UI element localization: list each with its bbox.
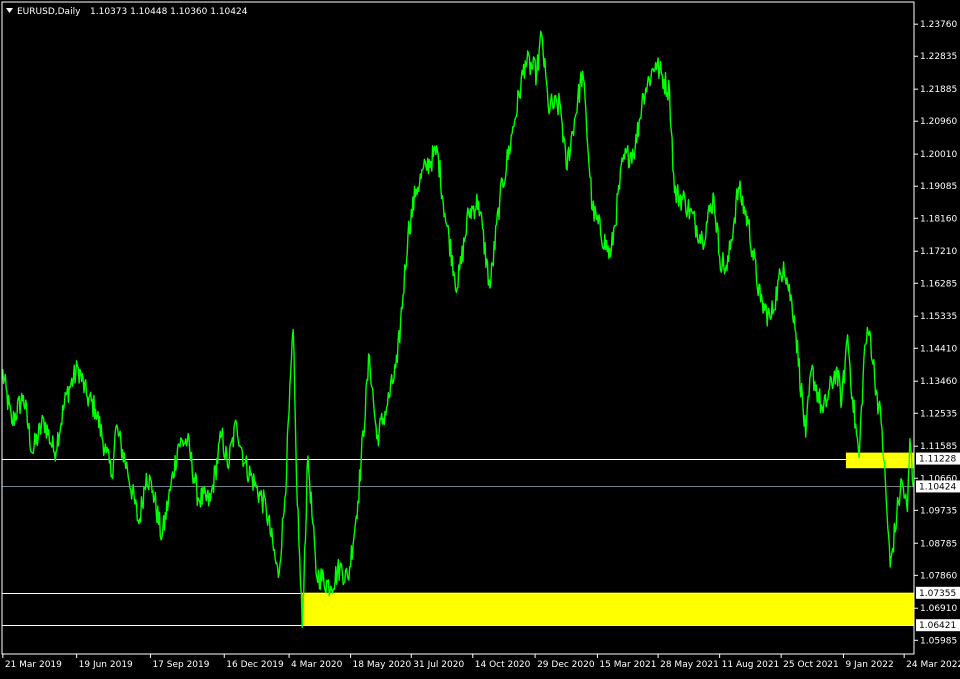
x-tick-label: 14 Oct 2020 (475, 660, 531, 670)
price-tag-label: 1.06421 (919, 621, 956, 631)
x-tick-label: 29 Dec 2020 (537, 660, 595, 670)
y-tick-label: 1.20010 (920, 150, 957, 160)
x-tick-label: 16 Dec 2019 (226, 660, 284, 670)
x-tick-label: 4 Mar 2020 (291, 660, 343, 670)
price-tag-label: 1.07355 (919, 589, 956, 599)
ohlc-values: 1.10373 1.10448 1.10360 1.10424 (90, 7, 248, 17)
y-tick-label: 1.23760 (920, 20, 957, 30)
y-tick-label: 1.05985 (920, 636, 957, 646)
y-tick-label: 1.20960 (920, 117, 957, 127)
chart-header: EURUSD,Daily 1.10373 1.10448 1.10360 1.1… (6, 7, 248, 17)
y-tick-label: 1.12535 (920, 409, 957, 419)
zone-rect-0 (846, 453, 914, 469)
y-tick-label: 1.21885 (920, 85, 957, 95)
y-tick-label: 1.15335 (920, 312, 957, 322)
x-tick-label: 21 Mar 2019 (5, 660, 62, 670)
chart-background (0, 0, 960, 675)
y-tick-label: 1.17210 (920, 247, 957, 257)
y-tick-label: 1.14410 (920, 344, 957, 354)
x-tick-label: 31 Jul 2020 (413, 660, 464, 670)
x-tick-label: 25 Oct 2021 (783, 660, 839, 670)
y-tick-label: 1.13460 (920, 377, 957, 387)
chart-canvas: 1.23760 1.22835 1.21885 1.20960 1.20010 1.190… (0, 0, 960, 675)
y-tick-label: 1.22835 (920, 52, 957, 62)
x-tick-label: 18 May 2020 (353, 660, 412, 670)
x-tick-label: 17 Sep 2019 (152, 660, 209, 670)
x-tick-label: 28 May 2021 (660, 660, 719, 670)
price-tag-label: 1.11228 (919, 455, 956, 465)
y-tick-label: 1.08785 (920, 539, 957, 549)
y-tick-label: 1.07860 (920, 571, 957, 581)
x-tick-label: 19 Jun 2019 (79, 660, 133, 670)
x-tick-label: 15 Mar 2021 (599, 660, 656, 670)
y-tick-label: 1.18160 (920, 214, 957, 224)
symbol-label[interactable]: EURUSD,Daily (17, 7, 81, 17)
x-tick-label: 9 Jan 2022 (845, 660, 893, 670)
x-tick-label: 11 Aug 2021 (722, 660, 780, 670)
y-tick-label: 1.06910 (920, 604, 957, 614)
x-tick-label: 24 Mar 2022 (906, 660, 960, 670)
y-tick-label: 1.09735 (920, 506, 957, 516)
y-tick-label: 1.11585 (920, 442, 957, 452)
price-chart[interactable]: 1.23760 1.22835 1.21885 1.20960 1.20010 1.190… (0, 0, 960, 675)
zone-rect-1 (302, 593, 914, 626)
y-tick-label: 1.16285 (920, 279, 957, 289)
y-tick-label: 1.19085 (920, 182, 957, 192)
price-tag-label: 1.10424 (919, 482, 956, 492)
